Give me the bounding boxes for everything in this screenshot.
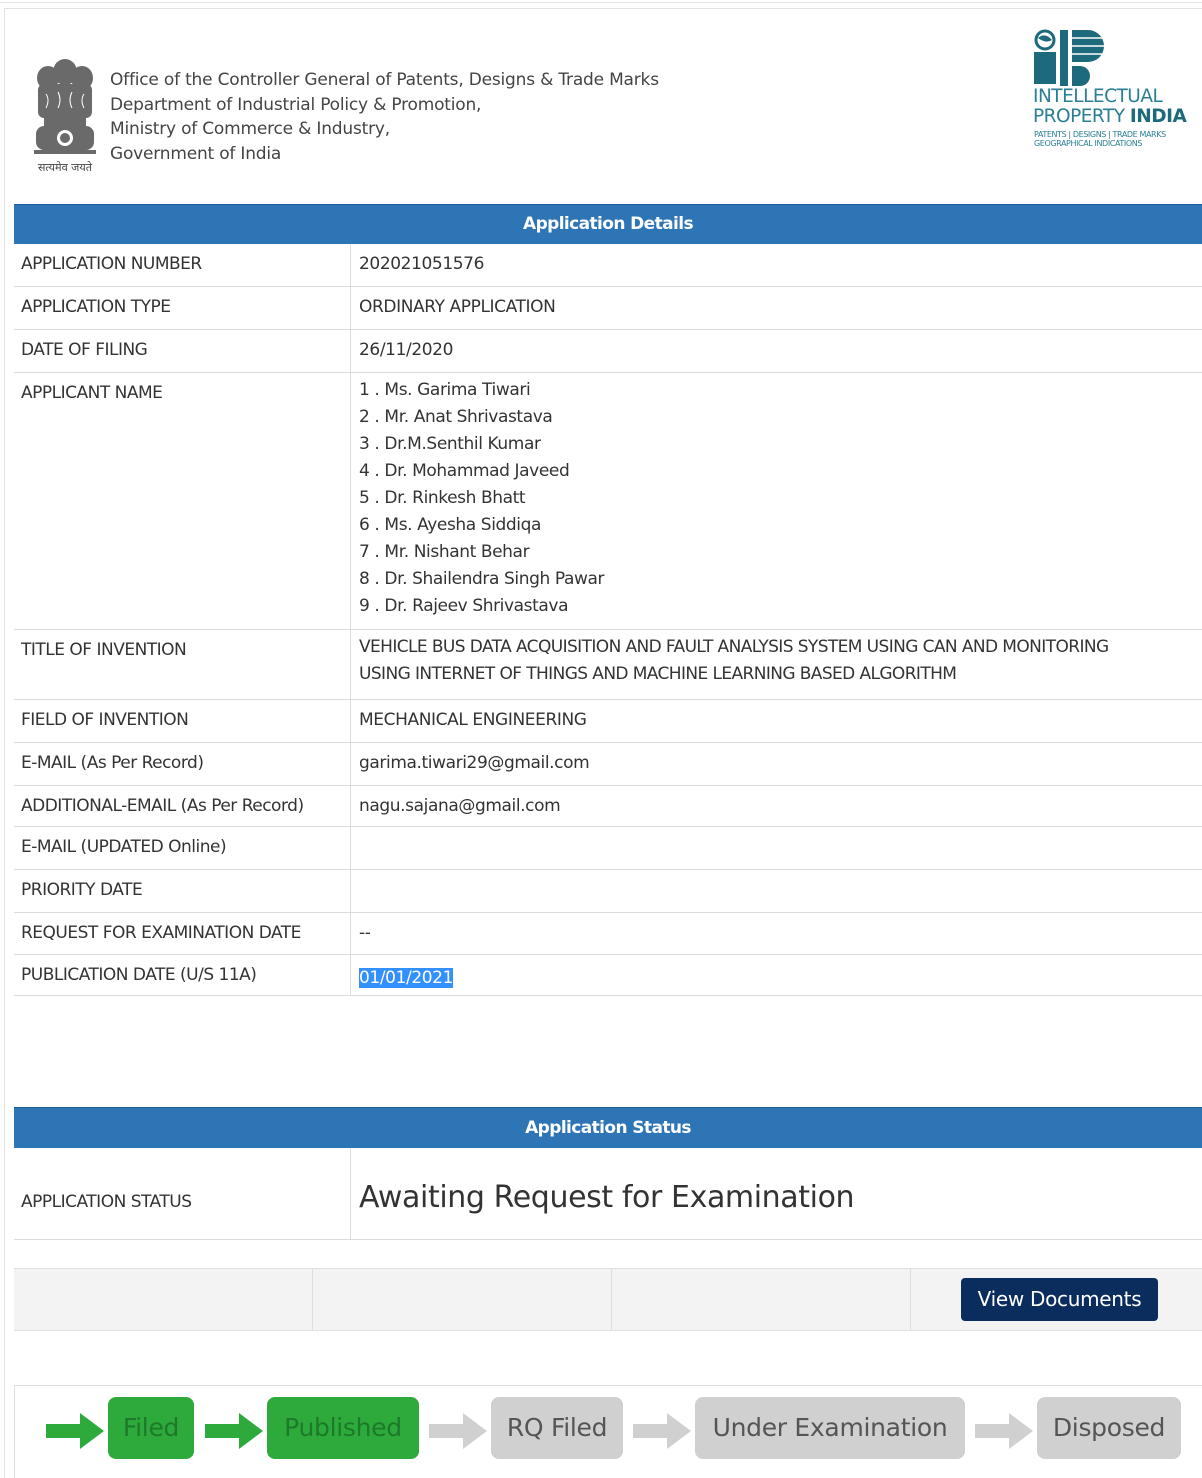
row-label: PRIORITY DATE <box>14 870 351 912</box>
additional-email-value: nagu.sajana@gmail.com <box>359 796 561 816</box>
office-heading: Office of the Controller General of Pate… <box>110 68 659 166</box>
email-value: garima.tiwari29@gmail.com <box>359 753 590 773</box>
application-status-value: Awaiting Request for Examination <box>359 1180 855 1215</box>
row-label: APPLICANT NAME <box>14 373 351 629</box>
application-type-value: ORDINARY APPLICATION <box>359 297 556 317</box>
row-label: E-MAIL (As Per Record) <box>14 743 351 785</box>
table-row: ADDITIONAL-EMAIL (As Per Record) nagu.sa… <box>14 786 1202 827</box>
table-row: APPLICATION NUMBER 202021051576 <box>14 244 1202 287</box>
empty-cell <box>312 1269 612 1330</box>
invention-title-line: VEHICLE BUS DATA ACQUISITION AND FAULT A… <box>359 637 1109 657</box>
row-label: ADDITIONAL-EMAIL (As Per Record) <box>14 786 351 826</box>
table-row: PUBLICATION DATE (U/S 11A) 01/01/2021 <box>14 955 1202 996</box>
list-item: 3 . Dr.M.Senthil Kumar <box>359 434 541 454</box>
office-line: Ministry of Commerce & Industry, <box>110 119 390 139</box>
arrow-right-icon <box>46 1413 104 1449</box>
table-row: APPLICATION TYPE ORDINARY APPLICATION <box>14 287 1202 330</box>
top-border <box>0 2 1202 3</box>
row-label: E-MAIL (UPDATED Online) <box>14 827 351 869</box>
list-item: 2 . Mr. Anat Shrivastava <box>359 407 553 427</box>
list-item: 5 . Dr. Rinkesh Bhatt <box>359 488 526 508</box>
empty-cell <box>611 1269 911 1330</box>
invention-title-line: USING INTERNET OF THINGS AND MACHINE LEA… <box>359 664 957 684</box>
table-row: E-MAIL (UPDATED Online) <box>14 827 1202 870</box>
field-value: MECHANICAL ENGINEERING <box>359 710 587 730</box>
row-label: APPLICATION NUMBER <box>14 244 351 286</box>
ip-logo-line2: PROPERTY INDIA <box>1033 106 1187 127</box>
empty-cell <box>14 1269 313 1330</box>
request-exam-date-value: -- <box>359 923 371 943</box>
stage-under-examination: Under Examination <box>695 1397 965 1459</box>
status-row: APPLICATION STATUS Awaiting Request for … <box>14 1148 1202 1240</box>
applicant-list: 1 . Ms. Garima Tiwari 2 . Mr. Anat Shriv… <box>359 377 1198 620</box>
office-line: Department of Industrial Policy & Promot… <box>110 94 482 115</box>
list-item: 6 . Ms. Ayesha Siddiqa <box>359 515 542 535</box>
ip-logo-line3: PATENTS | DESIGNS | TRADE MARKS <box>1034 130 1166 139</box>
invention-title-value: VEHICLE BUS DATA ACQUISITION AND FAULT A… <box>359 634 1198 688</box>
view-documents-button[interactable]: View Documents <box>961 1278 1158 1321</box>
ip-logo-line2-bold: INDIA <box>1129 106 1187 127</box>
publication-date-value[interactable]: 01/01/2021 <box>359 965 1198 992</box>
list-item: 4 . Dr. Mohammad Javeed <box>359 461 570 481</box>
table-row: DATE OF FILING 26/11/2020 <box>14 330 1202 373</box>
office-line: Government of India <box>110 143 282 164</box>
svg-text:सत्यमेव जयते: सत्यमेव जयते <box>38 161 93 174</box>
stage-disposed: Disposed <box>1037 1397 1181 1459</box>
row-label: DATE OF FILING <box>14 330 351 372</box>
arrow-right-icon <box>975 1413 1033 1449</box>
row-label: APPLICATION TYPE <box>14 287 351 329</box>
application-status-heading: Application Status <box>14 1107 1202 1148</box>
stage-rq-filed: RQ Filed <box>491 1397 623 1459</box>
row-label: REQUEST FOR EXAMINATION DATE <box>14 913 351 954</box>
table-row: E-MAIL (As Per Record) garima.tiwari29@g… <box>14 743 1202 786</box>
row-label: PUBLICATION DATE (U/S 11A) <box>14 955 351 995</box>
table-row: FIELD OF INVENTION MECHANICAL ENGINEERIN… <box>14 700 1202 743</box>
table-row: REQUEST FOR EXAMINATION DATE -- <box>14 913 1202 955</box>
ip-logo-line1: INTELLECTUAL <box>1033 86 1163 107</box>
list-item: 8 . Dr. Shailendra Singh Pawar <box>359 569 605 589</box>
arrow-right-icon <box>205 1413 263 1449</box>
row-label: FIELD OF INVENTION <box>14 700 351 742</box>
filing-date-value: 26/11/2020 <box>359 340 453 360</box>
row-label: TITLE OF INVENTION <box>14 630 351 699</box>
national-emblem-icon: सत्यमेव जयते <box>34 59 96 174</box>
application-number-value: 202021051576 <box>359 254 484 274</box>
list-item: 7 . Mr. Nishant Behar <box>359 542 530 562</box>
stage-filed: Filed <box>108 1397 194 1459</box>
office-line: Office of the Controller General of Pate… <box>110 70 659 90</box>
application-details-heading: Application Details <box>14 204 1202 244</box>
selected-text[interactable]: 01/01/2021 <box>359 968 453 988</box>
stage-published: Published <box>267 1397 419 1459</box>
table-row: PRIORITY DATE <box>14 870 1202 913</box>
ip-logo-line2-prefix: PROPERTY <box>1033 106 1130 127</box>
table-row: TITLE OF INVENTION VEHICLE BUS DATA ACQU… <box>14 630 1202 700</box>
list-item: 9 . Dr. Rajeev Shrivastava <box>359 596 569 616</box>
arrow-right-icon <box>429 1413 487 1449</box>
ip-logo-line4: GEOGRAPHICAL INDICATIONS <box>1034 139 1143 148</box>
table-row: APPLICANT NAME 1 . Ms. Garima Tiwari 2 .… <box>14 373 1202 630</box>
row-label: APPLICATION STATUS <box>14 1148 351 1239</box>
documents-row: View Documents <box>14 1268 1202 1331</box>
list-item: 1 . Ms. Garima Tiwari <box>359 380 531 400</box>
arrow-right-icon <box>633 1413 691 1449</box>
